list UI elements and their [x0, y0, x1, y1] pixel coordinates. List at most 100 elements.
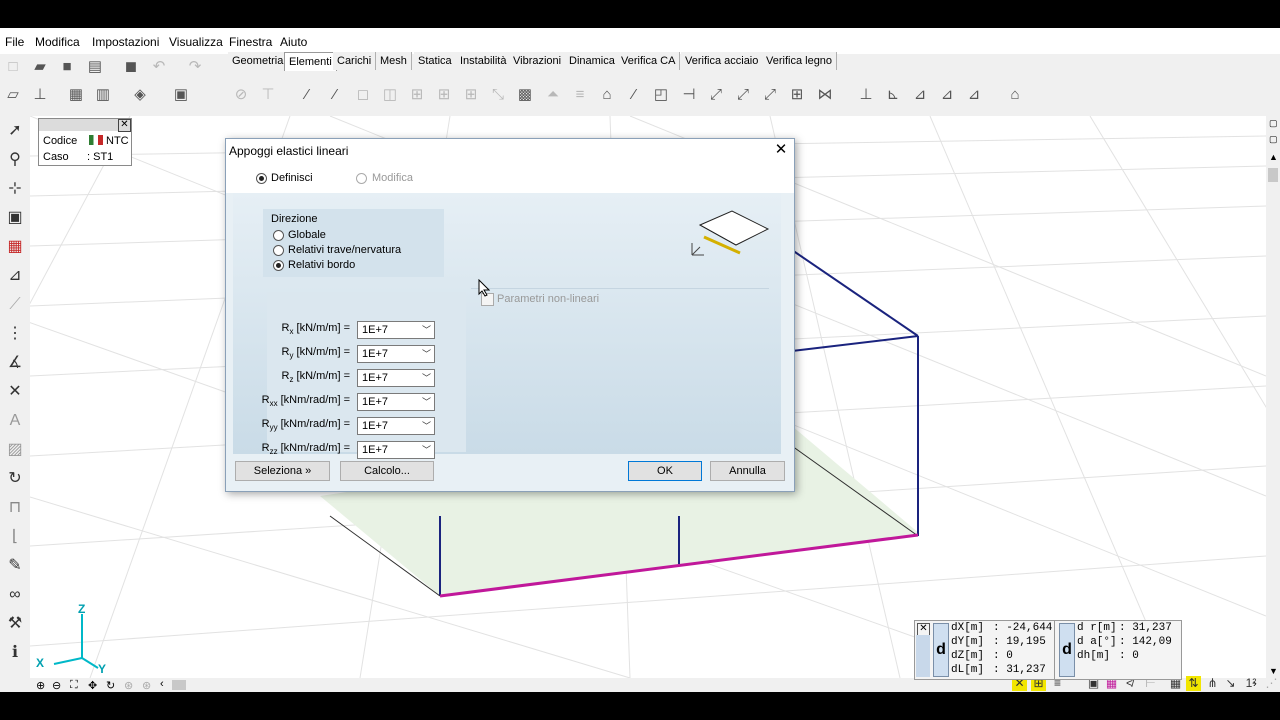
rotate-icon[interactable]: ↻: [4, 468, 26, 490]
tab-verifica-ca[interactable]: Verifica CA: [617, 52, 681, 70]
select-button[interactable]: Seleziona »: [235, 461, 330, 481]
layers-icon[interactable]: ▱: [4, 86, 22, 104]
menu-finestra[interactable]: Finestra: [229, 35, 272, 49]
global-radio[interactable]: [273, 230, 284, 241]
axis-tool-1-icon[interactable]: ⊥: [857, 86, 875, 104]
grid-tool-1-icon[interactable]: ⊞: [408, 86, 426, 104]
close-icon[interactable]: ✕: [772, 141, 790, 159]
render-icon[interactable]: ▣: [172, 86, 190, 104]
menu-file[interactable]: File: [5, 35, 24, 49]
bracket-icon[interactable]: ⊓: [4, 497, 26, 519]
print-icon[interactable]: ▤: [86, 58, 104, 76]
resize-grip-icon[interactable]: ⋰: [1264, 676, 1279, 691]
sort-icon[interactable]: ⇅: [1186, 676, 1201, 691]
roof-tool-icon[interactable]: ⌂: [598, 86, 616, 104]
diagonal-tool-icon[interactable]: ⤡: [489, 86, 507, 104]
info-icon[interactable]: ℹ: [4, 642, 26, 664]
line-icon[interactable]: ⟋: [4, 294, 26, 316]
angle-icon[interactable]: ∡: [4, 352, 26, 374]
measure-icon[interactable]: ⊿: [4, 265, 26, 287]
rx-select[interactable]: 1E+7 ﹀: [357, 321, 435, 339]
grid-tool-3-icon[interactable]: ⊞: [462, 86, 480, 104]
tab-elementi[interactable]: Elementi: [284, 52, 337, 71]
export-icon[interactable]: ◼: [122, 58, 140, 76]
rzz-select[interactable]: 1E+7 ﹀: [357, 441, 435, 459]
close-icon[interactable]: ✕: [118, 119, 131, 132]
text-icon[interactable]: A: [4, 410, 26, 432]
frame-tool-icon[interactable]: ⊞: [788, 86, 806, 104]
ground-icon[interactable]: ⊥: [31, 86, 49, 104]
scroll-thumb[interactable]: [1268, 168, 1278, 182]
color-table-icon[interactable]: ▦: [4, 236, 26, 258]
hatch-icon[interactable]: ▨: [4, 439, 26, 461]
pencil-icon[interactable]: ✎: [4, 555, 26, 577]
ry-select[interactable]: 1E+7 ﹀: [357, 345, 435, 363]
open-folder-icon[interactable]: ▰: [31, 58, 49, 76]
solid-tool-icon[interactable]: ▩: [516, 86, 534, 104]
mesh-tool-icon[interactable]: ⋈: [816, 86, 834, 104]
undo-icon[interactable]: ↶: [150, 58, 168, 76]
box-tool-icon[interactable]: ◰: [652, 86, 670, 104]
ryy-select[interactable]: 1E+7 ﹀: [357, 417, 435, 435]
redo-icon[interactable]: ↷: [186, 58, 204, 76]
ok-button[interactable]: OK: [628, 461, 702, 481]
tab-verifica-legno[interactable]: Verifica legno: [762, 52, 838, 70]
edge-relative-radio[interactable]: [273, 260, 284, 271]
grid-tool-2-icon[interactable]: ⊞: [435, 86, 453, 104]
tab-carichi[interactable]: Carichi: [333, 52, 377, 70]
rxx-select[interactable]: 1E+7 ﹀: [357, 393, 435, 411]
chevron-up-icon[interactable]: ▲: [1269, 152, 1278, 162]
axis-tool-4-icon[interactable]: ⊿: [938, 86, 956, 104]
step-icon[interactable]: ⌊: [4, 526, 26, 548]
elastic-link-tool-icon[interactable]: ⤢: [761, 86, 779, 104]
distribute-icon[interactable]: ⋮: [4, 323, 26, 345]
calculate-button[interactable]: Calcolo...: [340, 461, 434, 481]
table-icon[interactable]: ▦: [67, 86, 85, 104]
vertical-scrollbar[interactable]: ▢ ▢ ▲ ▼: [1266, 116, 1280, 678]
wall-tool-icon[interactable]: ◫: [381, 86, 399, 104]
rz-select[interactable]: 1E+7 ﹀: [357, 369, 435, 387]
wrench-icon[interactable]: ⚒: [4, 613, 26, 635]
spring-tool-icon[interactable]: ≡: [571, 86, 589, 104]
axis-tool-2-icon[interactable]: ⊾: [884, 86, 902, 104]
menu-modifica[interactable]: Modifica: [35, 35, 80, 49]
line-support-tool-icon[interactable]: ⊣: [680, 86, 698, 104]
beam-relative-radio[interactable]: [273, 245, 284, 256]
intersect-icon[interactable]: ✕: [4, 381, 26, 403]
element-tool-1-icon[interactable]: ⊘: [232, 86, 250, 104]
save-icon[interactable]: ■: [58, 58, 76, 76]
new-file-icon[interactable]: □: [4, 58, 22, 76]
view-3d-icon[interactable]: ◈: [131, 86, 149, 104]
menu-visualizza[interactable]: Visualizza: [169, 35, 223, 49]
cursor-icon[interactable]: ➚: [4, 120, 26, 142]
axis-tool-3-icon[interactable]: ⊿: [911, 86, 929, 104]
scroll-up-icon[interactable]: ▢: [1269, 118, 1278, 129]
tab-verifica-acciaio[interactable]: Verifica acciaio: [681, 52, 764, 70]
support-tool-icon[interactable]: ⏶: [544, 86, 562, 104]
view-box-icon[interactable]: ▣: [4, 207, 26, 229]
node-link-tool-icon[interactable]: ⤢: [707, 86, 725, 104]
tab-geometria[interactable]: Geometria: [228, 52, 289, 70]
zoom-icon[interactable]: ⚲: [4, 149, 26, 171]
rigid-link-tool-icon[interactable]: ⤢: [734, 86, 752, 104]
cancel-button[interactable]: Annulla: [710, 461, 785, 481]
beam-tool-icon[interactable]: ⁄: [298, 86, 316, 104]
axes-icon[interactable]: ⊹: [4, 178, 26, 200]
menu-aiuto[interactable]: Aiuto: [280, 35, 307, 49]
tab-statica[interactable]: Statica: [414, 52, 457, 70]
menu-impostazioni[interactable]: Impostazioni: [92, 35, 159, 49]
report-icon[interactable]: ▥: [94, 86, 112, 104]
tab-dinamica[interactable]: Dinamica: [565, 52, 620, 70]
binoculars-icon[interactable]: ∞: [4, 584, 26, 606]
shell-tool-icon[interactable]: ◻: [354, 86, 372, 104]
column-tool-icon[interactable]: ⁄: [326, 86, 344, 104]
arrow-icon[interactable]: ↘: [1223, 676, 1238, 691]
scroll-up-2-icon[interactable]: ▢: [1269, 134, 1278, 145]
define-radio[interactable]: [256, 173, 267, 184]
link-tool-icon[interactable]: ⁄: [625, 86, 643, 104]
tab-vibrazioni[interactable]: Vibrazioni: [509, 52, 567, 70]
tab-instabilita[interactable]: Instabilità: [456, 52, 512, 70]
node-toggle-icon[interactable]: ⋔: [1205, 676, 1220, 691]
building-icon[interactable]: ⌂: [1006, 86, 1024, 104]
element-tool-2-icon[interactable]: ⊤: [259, 86, 277, 104]
